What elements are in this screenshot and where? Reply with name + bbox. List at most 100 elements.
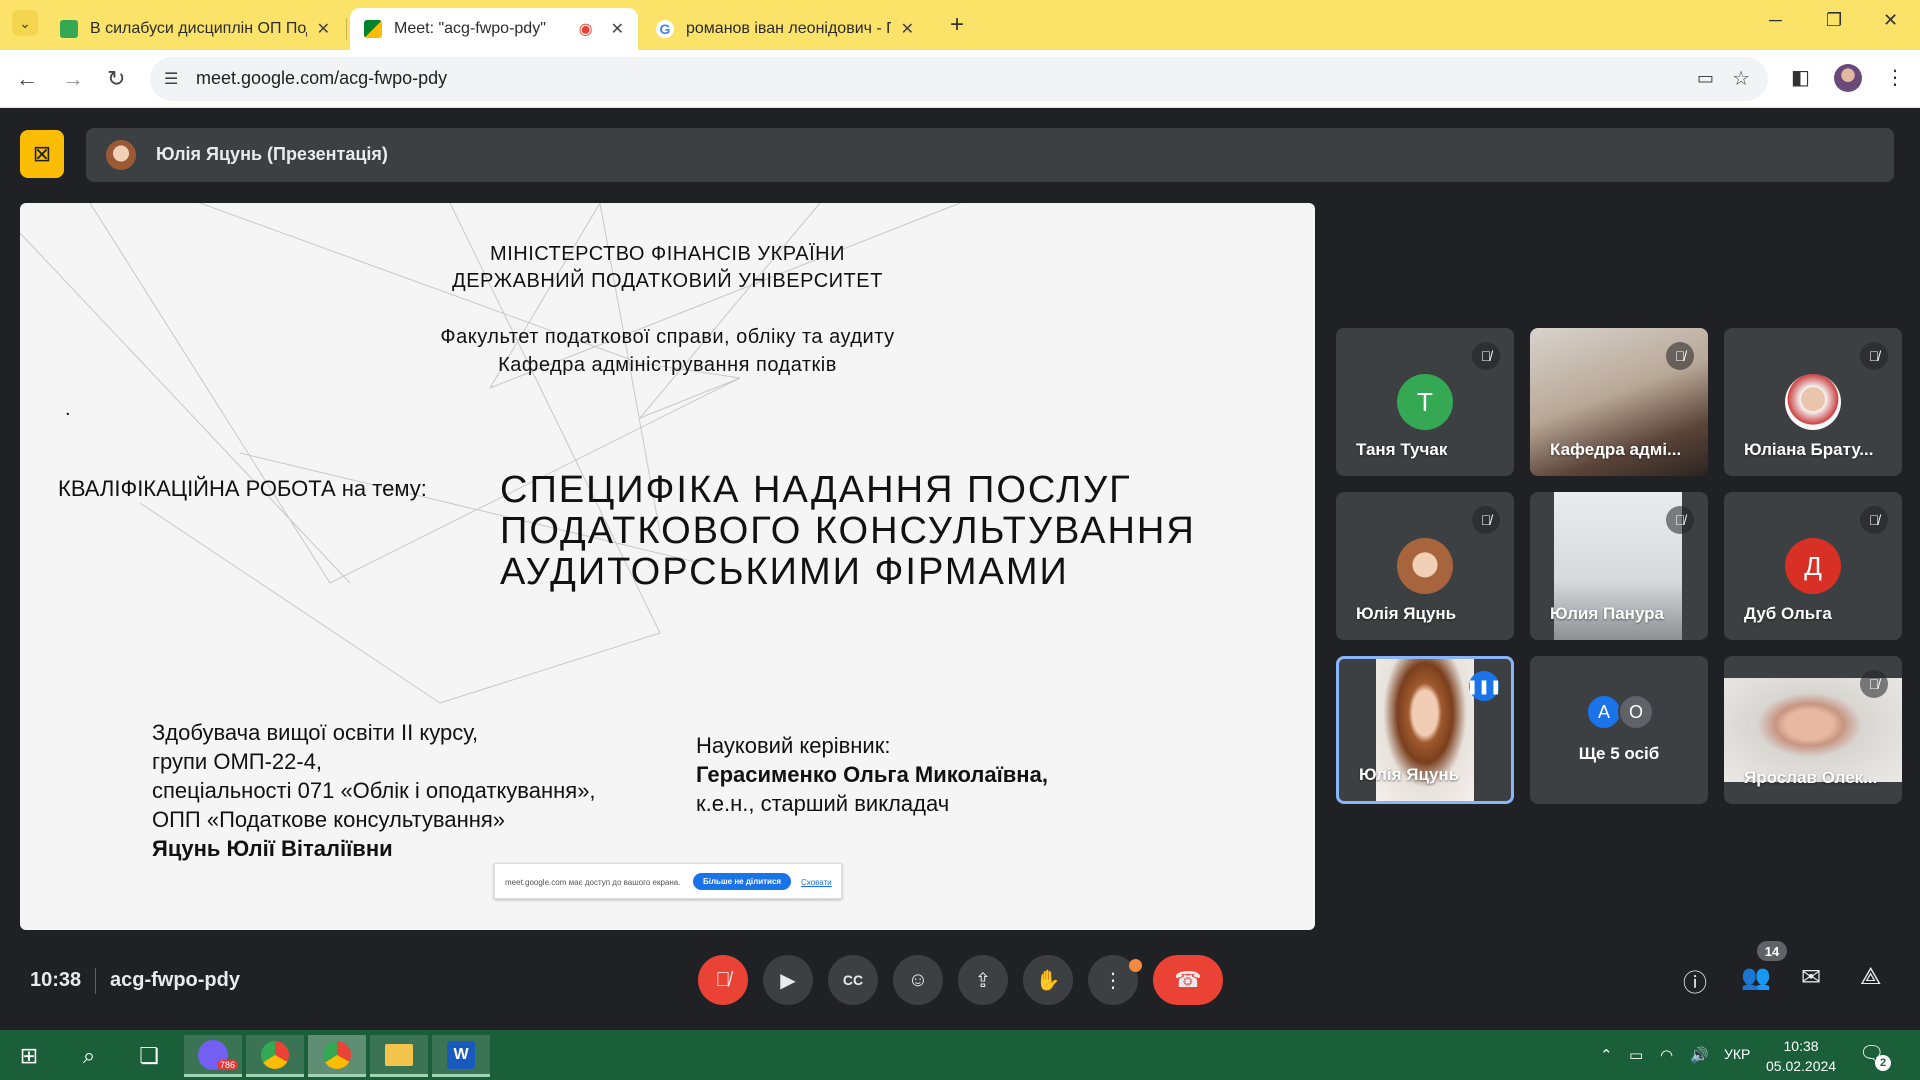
supervisor-label: Науковий керівник: (696, 733, 891, 758)
slide-topic: СПЕЦИФІКА НАДАННЯ ПОСЛУГ ПОДАТКОВОГО КОН… (500, 470, 1196, 593)
chrome-icon[interactable] (246, 1035, 304, 1077)
meeting-details-icon[interactable]: ⓘ (1683, 963, 1707, 998)
present-screen-button[interactable]: ⇪ (958, 955, 1008, 1005)
more-participants-tile[interactable]: A O Ще 5 осіб (1530, 656, 1708, 804)
participant-photo-avatar (1785, 374, 1841, 430)
hide-notice-link[interactable]: Сховати (801, 878, 832, 887)
people-icon[interactable]: 👥 (1741, 963, 1771, 992)
close-tab-icon[interactable]: ✕ (901, 19, 914, 39)
supervisor-name: Герасименко Ольга Миколаївна, (696, 762, 1048, 787)
tab-google-search[interactable]: G романов іван леонідович - Пош ✕ (642, 8, 928, 50)
forward-icon[interactable]: → (62, 66, 84, 92)
captions-button[interactable]: CC (828, 955, 878, 1005)
camera-button[interactable]: ▶ (763, 955, 813, 1005)
participant-letter-avatar: A (1586, 694, 1622, 730)
participant-name: Таня Тучак (1356, 440, 1448, 459)
viber-icon[interactable]: 786 (184, 1035, 242, 1077)
close-tab-icon[interactable]: ✕ (611, 19, 624, 39)
mic-off-button[interactable]: 🎙̸ (698, 955, 748, 1005)
minimize-icon[interactable]: ─ (1769, 10, 1782, 31)
stop-sharing-button[interactable]: Більше не ділитися (693, 873, 792, 890)
menu-kebab-icon[interactable]: ⋮ (1885, 65, 1905, 90)
student-name: Яцунь Юлії Віталіївни (152, 836, 393, 861)
divider (95, 968, 96, 994)
close-tab-icon[interactable]: ✕ (317, 19, 330, 39)
profile-avatar[interactable] (1834, 64, 1862, 92)
action-center-icon[interactable]: 🗨 2 (1859, 1041, 1891, 1071)
slide-student-info: Здобувача вищої освіти ІІ курсу, групи О… (152, 718, 596, 863)
tab-syllabus[interactable]: В силабуси дисциплін ОП Под ✕ (46, 8, 344, 50)
system-clock[interactable]: 10:38 05.02.2024 (1766, 1036, 1836, 1076)
slide-department: Кафедра адміністрування податків (498, 354, 837, 376)
mic-off-icon: 🎙̸ (1666, 506, 1694, 534)
meeting-code: acg-fwpo-pdy (110, 969, 240, 991)
system-time: 10:38 (1783, 1038, 1819, 1054)
system-date: 05.02.2024 (1766, 1058, 1837, 1074)
participant-name: Дуб Ольга (1744, 604, 1832, 623)
close-window-icon[interactable]: ✕ (1883, 10, 1898, 31)
new-tab-button[interactable]: + (950, 11, 964, 39)
presenter-label: Юлія Яцунь (Презентація) (156, 144, 388, 164)
tray-chevron-icon[interactable]: ⌃ (1600, 1046, 1613, 1064)
camera-in-use-icon[interactable]: ▭ (1697, 68, 1714, 89)
participant-letter-avatar: O (1618, 694, 1654, 730)
participant-letter-avatar: T (1397, 374, 1453, 430)
chrome-active-icon[interactable] (308, 1035, 366, 1077)
participant-tile[interactable]: 🎙̸ Юліана Брату... (1724, 328, 1902, 476)
participant-tile[interactable]: Д 🎙̸ Дуб Ольга (1724, 492, 1902, 640)
site-info-icon[interactable]: ☰ (164, 69, 178, 89)
participant-name: Юліана Брату... (1744, 440, 1874, 459)
task-view-icon[interactable]: ❏ (120, 1035, 178, 1077)
screen-share-notice: meet.google.com має доступ до вашого екр… (494, 863, 842, 899)
notification-count: 2 (1875, 1055, 1891, 1071)
participant-tile[interactable]: T 🎙̸ Таня Тучак (1336, 328, 1514, 476)
mic-off-icon: 🎙̸ (1472, 506, 1500, 534)
side-panel-icon[interactable]: ◧ (1791, 65, 1810, 90)
activities-icon[interactable]: ⟁ (1860, 963, 1881, 991)
tab-meet[interactable]: Meet: "acg-fwpo-pdy" ◉ ✕ (350, 8, 638, 50)
wifi-icon[interactable]: ◠ (1660, 1046, 1673, 1064)
word-icon[interactable]: W (432, 1035, 490, 1077)
mic-off-icon: 🎙̸ (1472, 342, 1500, 370)
raise-hand-button[interactable]: ✋ (1023, 955, 1073, 1005)
bookmark-star-icon[interactable]: ☆ (1732, 66, 1750, 91)
language-indicator[interactable]: УКР (1724, 1046, 1750, 1062)
participant-tile[interactable]: 🎙̸ Юлия Панура (1530, 492, 1708, 640)
participant-name: Юлія Яцунь (1359, 765, 1460, 784)
participant-name: Юлия Панура (1550, 604, 1665, 623)
browser-toolbar: ← → ↻ ☰ meet.google.com/acg-fwpo-pdy ▭ ☆… (0, 50, 1920, 108)
participants-count-badge: 14 (1757, 941, 1787, 961)
file-explorer-icon[interactable] (370, 1035, 428, 1077)
reload-icon[interactable]: ↻ (107, 66, 125, 92)
student-line: групи ОМП-22-4, (152, 749, 323, 774)
address-bar[interactable]: ☰ meet.google.com/acg-fwpo-pdy ▭ ☆ (150, 57, 1768, 101)
emoji-reaction-button[interactable]: ☺ (893, 955, 943, 1005)
stop-presenting-icon[interactable]: ⊠ (20, 130, 64, 178)
participant-tile[interactable]: 🎙̸ Юлія Яцунь (1336, 492, 1514, 640)
chat-icon[interactable]: ✉ (1801, 963, 1821, 992)
url-text[interactable]: meet.google.com/acg-fwpo-pdy (196, 68, 447, 89)
back-icon[interactable]: ← (16, 66, 38, 92)
more-participants-avatars: A O (1586, 694, 1654, 730)
windows-start-icon[interactable]: ⊞ (0, 1035, 58, 1077)
participant-photo-avatar (1397, 538, 1453, 594)
leave-call-button[interactable]: ☎ (1153, 955, 1223, 1005)
share-message: meet.google.com має доступ до вашого екр… (505, 878, 681, 887)
participant-tile-self[interactable]: ❚❚❚ Юлія Яцунь (1336, 656, 1514, 804)
tab-search-button[interactable]: ⌄ (12, 10, 38, 36)
meeting-clock: 10:38 (30, 969, 82, 991)
participant-tile[interactable]: 🎙̸ Кафедра адмі... (1530, 328, 1708, 476)
battery-icon[interactable]: ▭ (1629, 1046, 1643, 1064)
google-icon: G (656, 20, 674, 38)
restore-icon[interactable]: ❐ (1826, 10, 1842, 31)
presentation-header: Юлія Яцунь (Презентація) (86, 128, 1894, 182)
supervisor-title: к.е.н., старший викладач (696, 791, 950, 816)
participant-tile[interactable]: 🎙̸ Ярослав Олек... (1724, 656, 1902, 804)
volume-icon[interactable]: 🔊 (1690, 1046, 1709, 1064)
slide-work-label: КВАЛІФІКАЦІЙНА РОБОТА на тему: (58, 476, 427, 501)
search-icon[interactable]: ⌕ (60, 1035, 118, 1077)
tab-separator (346, 18, 347, 40)
mic-off-icon: 🎙̸ (1860, 506, 1888, 534)
topic-line: ПОДАТКОВОГО КОНСУЛЬТУВАННЯ (500, 510, 1196, 552)
recording-icon: ◉ (578, 21, 593, 38)
